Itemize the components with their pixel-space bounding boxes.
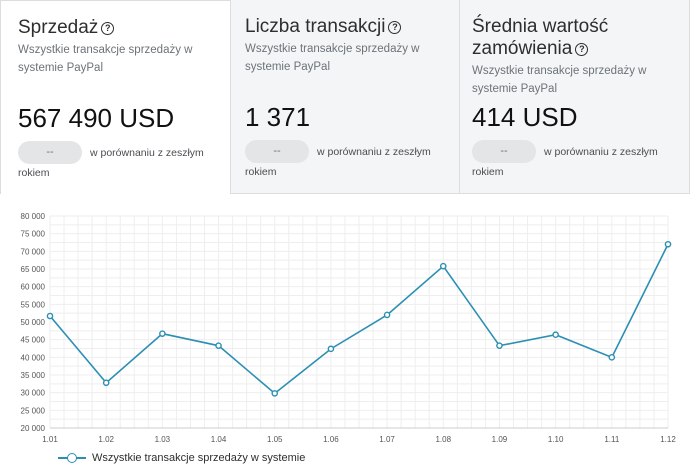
data-point [552,331,559,339]
x-tick-label: 1.01 [42,435,58,444]
comparison-text: w porównaniu z zeszłym [544,146,658,158]
comparison-text: w porównaniu z zeszłym [90,147,204,159]
y-tick-label: 50 000 [21,318,46,327]
x-tick-label: 1.10 [548,435,564,444]
comparison-text-end: rokiem [472,166,504,178]
comparison: -- w porównaniu z zeszłym [245,140,437,164]
x-tick-label: 1.03 [155,435,171,444]
help-icon[interactable]: ? [575,43,589,56]
x-tick-label: 1.08 [435,435,451,444]
data-point [439,262,447,270]
data-point [215,342,222,349]
x-tick-label: 1.11 [604,435,620,444]
card-title: Liczba transakcji? [245,16,445,38]
data-point [664,240,672,248]
comparison-badge: -- [472,140,536,163]
data-point [383,311,391,319]
x-tick-label: 1.04 [211,435,227,444]
summary-cards: Sprzedaż? Wszystkie transakcje sprzedaży… [0,0,690,194]
data-point [608,354,616,361]
card-title: Średnia wartość zamówienia? [472,16,609,59]
x-tick-label: 1.05 [267,435,283,444]
data-point [102,379,110,387]
legend-label: Wszystkie transakcje sprzedaży w systemi… [92,452,306,464]
card-sales[interactable]: Sprzedaż? Wszystkie transakcje sprzedaży… [0,0,231,194]
comparison-text: w porównaniu z zeszłym [317,146,431,158]
y-tick-label: 60 000 [21,283,46,292]
card-value: 567 490 USD [18,103,175,133]
data-point [159,330,166,337]
card-subtitle: Wszystkie transakcje sprzedaży w systemi… [245,43,420,73]
x-tick-label: 1.06 [323,435,339,444]
y-tick-label: 25 000 [21,406,46,415]
y-tick-label: 65 000 [21,265,46,274]
data-point [327,345,335,353]
y-tick-label: 55 000 [21,300,46,309]
y-tick-label: 45 000 [21,336,46,345]
comparison-badge: -- [18,141,82,164]
y-tick-label: 35 000 [21,371,46,380]
line-chart: 20 000 25 000 30 000 35 000 40 000 45 000 50 0… [21,212,677,444]
y-tick-label: 40 000 [21,353,46,362]
data-point [46,312,54,320]
card-value: 1 371 [245,102,311,132]
card-value: 414 USD [472,102,578,132]
comparison: -- w porównaniu z zeszłym [18,141,210,165]
card-transactions[interactable]: Liczba transakcji? Wszystkie transakcje … [231,0,460,194]
data-point [271,390,279,397]
x-tick-label: 1.07 [379,435,395,444]
help-icon[interactable]: ? [388,21,402,34]
y-tick-label: 30 000 [21,389,46,398]
card-title: Sprzedaż? [18,17,216,39]
card-subtitle: Wszystkie transakcje sprzedaży w systemi… [472,65,647,95]
card-average-order[interactable]: Średnia wartość zamówienia? Wszystkie tr… [460,0,690,194]
legend-marker-icon [58,453,86,463]
x-tick-label: 1.09 [492,435,508,444]
card-subtitle: Wszystkie transakcje sprzedaży w systemi… [18,44,193,74]
data-point [496,342,503,349]
comparison-text-end: rokiem [245,166,277,178]
comparison-badge: -- [245,140,309,163]
y-tick-label: 75 000 [21,230,46,239]
comparison: -- w porównaniu z zeszłym [472,140,664,164]
chart-legend[interactable]: Wszystkie transakcje sprzedaży w systemi… [58,452,305,464]
x-tick-label: 1.12 [660,435,676,444]
x-tick-label: 1.02 [98,435,114,444]
y-tick-label: 80 000 [21,212,46,221]
y-tick-label: 70 000 [21,247,46,256]
y-tick-label: 20 000 [21,424,46,433]
comparison-text-end: rokiem [18,167,50,179]
sales-chart: 20 000 25 000 30 000 35 000 40 000 45 000 50 0… [0,200,690,464]
help-icon[interactable]: ? [101,22,115,35]
